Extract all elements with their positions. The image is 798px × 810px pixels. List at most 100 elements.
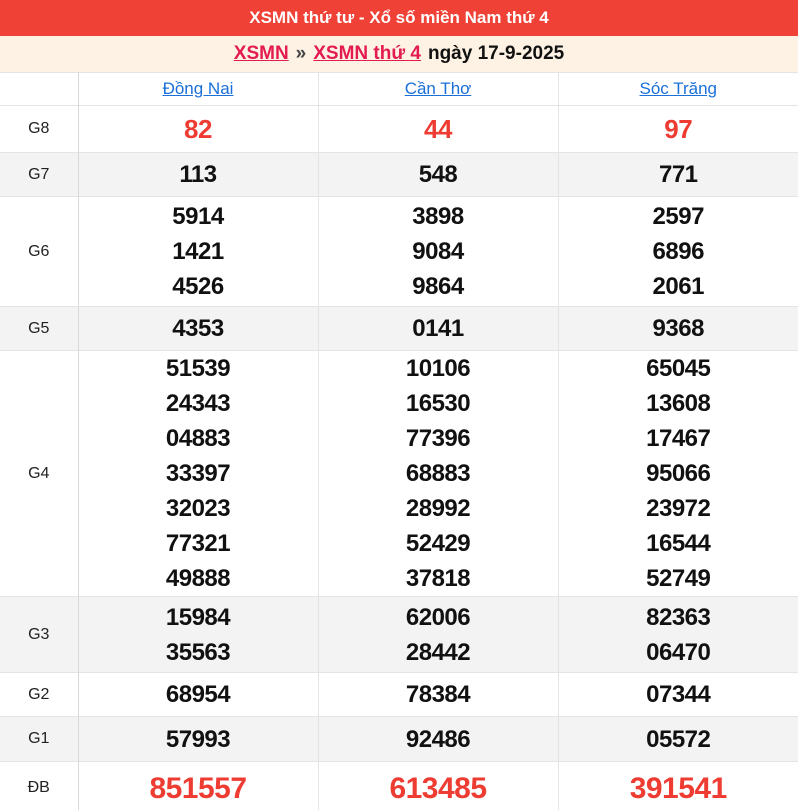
- prize-cell: 0141: [317, 306, 558, 351]
- prize-number: 391541: [629, 771, 728, 805]
- prize-label: G3: [0, 596, 79, 673]
- prize-row-g3: G3 15984 35563 62006 28442 82363 06470: [0, 596, 798, 673]
- prize-label: G6: [0, 196, 79, 307]
- prize-label: G5: [0, 306, 79, 351]
- prize-number: 5914: [172, 203, 224, 230]
- prize-number: 9368: [652, 315, 705, 342]
- prize-column-header: [0, 72, 79, 106]
- prize-number: 07344: [646, 681, 711, 708]
- prize-row-g7: G7 113 548 771: [0, 152, 798, 197]
- prize-number: 2597: [652, 203, 705, 230]
- breadcrumb-link-xsmn[interactable]: XSMN: [234, 43, 289, 65]
- prize-cell: 113: [77, 152, 318, 197]
- prize-number: 68883: [405, 460, 471, 487]
- prize-row-g8: G8 82 44 97: [0, 105, 798, 153]
- prize-number: 37818: [405, 565, 471, 592]
- prize-number: 17467: [646, 425, 711, 452]
- prize-number: 9864: [412, 273, 464, 300]
- prize-number: 57993: [165, 725, 231, 753]
- title-bar: XSMN thứ tư - Xổ số miền Nam thứ 4: [0, 0, 798, 36]
- prize-number: 16530: [405, 390, 471, 417]
- prize-row-g4: G4 51539 24343 04883 33397 32023 77321 49888 101…: [0, 350, 798, 597]
- prize-row-g6: G6 5914 1421 4526 3898 9084 9864 2597 6896 2061: [0, 196, 798, 307]
- prize-row-đb: ĐB 851557 613485 391541: [0, 761, 798, 810]
- prize-cell: 78384: [317, 672, 558, 717]
- breadcrumb-separator: »: [295, 43, 307, 64]
- province-link-1[interactable]: Đồng Nai: [163, 79, 234, 98]
- prize-number: 23972: [646, 495, 711, 522]
- prize-cell: 5914 1421 4526: [77, 196, 318, 307]
- page-title: XSMN thứ tư - Xổ số miền Nam thứ 4: [249, 8, 549, 27]
- prize-number: 04883: [165, 425, 231, 452]
- prize-cell: 51539 24343 04883 33397 32023 77321 49888: [77, 350, 318, 597]
- prize-cell: 391541: [557, 761, 798, 810]
- prize-number: 77321: [165, 530, 231, 557]
- prize-number: 77396: [405, 425, 471, 452]
- prize-number: 6896: [652, 238, 705, 265]
- prize-number: 32023: [165, 495, 231, 522]
- prize-number: 44: [424, 113, 452, 144]
- province-header-cell: Đồng Nai: [77, 72, 318, 106]
- prize-label: G7: [0, 152, 79, 197]
- prize-number: 62006: [405, 603, 471, 631]
- prize-cell: 57993: [77, 716, 318, 762]
- prize-number: 16544: [646, 530, 711, 557]
- prize-number: 15984: [165, 603, 231, 631]
- prize-cell: 9368: [557, 306, 798, 351]
- prize-number: 35563: [165, 638, 231, 666]
- prize-number: 4353: [172, 315, 224, 342]
- prize-label: ĐB: [0, 761, 79, 810]
- prize-number: 78384: [405, 681, 471, 708]
- prize-cell: 613485: [317, 761, 558, 810]
- province-link-3[interactable]: Sóc Trăng: [640, 79, 718, 98]
- prize-cell: 15984 35563: [77, 596, 318, 673]
- prize-number: 548: [418, 161, 458, 188]
- prize-number: 613485: [389, 771, 487, 805]
- prize-number: 65045: [646, 355, 711, 382]
- prize-cell: 851557: [77, 761, 318, 810]
- province-header-cell: Sóc Trăng: [557, 72, 798, 106]
- prize-cell: 62006 28442: [317, 596, 558, 673]
- prize-number: 3898: [412, 203, 464, 230]
- prize-row-g2: G2 68954 78384 07344: [0, 672, 798, 717]
- results-table: Đồng Nai Cần Thơ Sóc Trăng G8 82 44 97 G7 113 54…: [0, 72, 798, 810]
- prize-cell: 68954: [77, 672, 318, 717]
- prize-label: G8: [0, 105, 79, 153]
- prize-number: 68954: [165, 681, 231, 708]
- prize-number: 2061: [652, 273, 705, 300]
- prize-label: G4: [0, 350, 79, 597]
- prize-cell: 2597 6896 2061: [557, 196, 798, 307]
- province-header-row: Đồng Nai Cần Thơ Sóc Trăng: [0, 72, 798, 106]
- prize-label: G2: [0, 672, 79, 717]
- prize-cell: 82363 06470: [557, 596, 798, 673]
- prize-cell: 65045 13608 17467 95066 23972 16544 52749: [557, 350, 798, 597]
- prize-row-g5: G5 4353 0141 9368: [0, 306, 798, 351]
- prize-cell: 07344: [557, 672, 798, 717]
- prize-number: 1421: [172, 238, 224, 265]
- prize-number: 97: [664, 113, 693, 144]
- province-header-cell: Cần Thơ: [317, 72, 558, 106]
- prize-cell: 3898 9084 9864: [317, 196, 558, 307]
- prize-number: 51539: [165, 355, 231, 382]
- prize-number: 49888: [165, 565, 231, 592]
- prize-number: 33397: [165, 460, 231, 487]
- prize-label: G1: [0, 716, 79, 762]
- prize-number: 13608: [646, 390, 711, 417]
- prize-number: 28442: [405, 638, 471, 666]
- prize-number: 82: [184, 113, 212, 144]
- breadcrumb-link-current[interactable]: XSMN thứ 4: [313, 43, 421, 65]
- prize-number: 10106: [405, 355, 471, 382]
- prize-number: 24343: [165, 390, 231, 417]
- prize-number: 52429: [405, 530, 471, 557]
- prize-cell: 92486: [317, 716, 558, 762]
- prize-cell: 4353: [77, 306, 318, 351]
- prize-cell: 548: [317, 152, 558, 197]
- prize-number: 95066: [646, 460, 711, 487]
- breadcrumb-date: ngày 17-9-2025: [427, 43, 565, 64]
- prize-number: 0141: [412, 315, 464, 342]
- prize-cell: 771: [557, 152, 798, 197]
- prize-cell: 10106 16530 77396 68883 28992 52429 37818: [317, 350, 558, 597]
- province-link-2[interactable]: Cần Thơ: [405, 79, 472, 98]
- prize-number: 52749: [646, 565, 711, 592]
- prize-number: 06470: [646, 638, 711, 666]
